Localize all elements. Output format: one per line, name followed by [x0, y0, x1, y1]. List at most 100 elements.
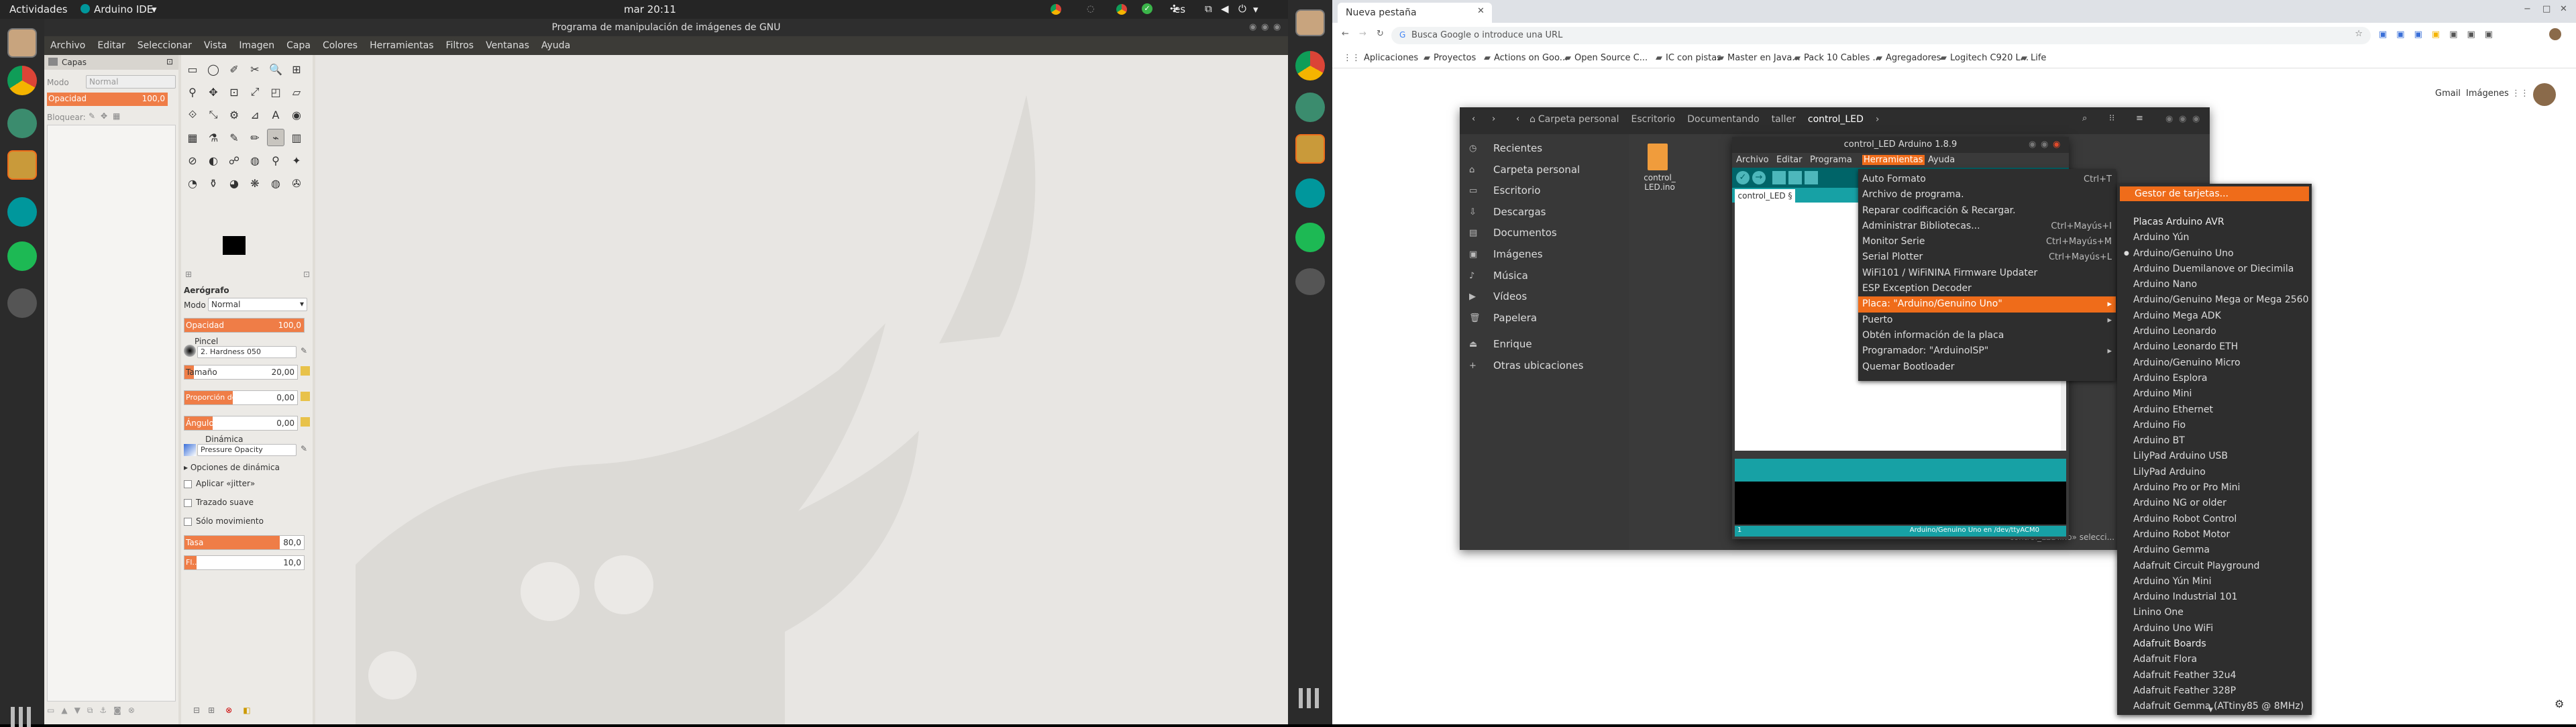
maximize-icon[interactable]: ◉	[2041, 139, 2048, 150]
tools-menu-item[interactable]: Programador: "ArduinoISP"▸	[1858, 343, 2116, 359]
board-item[interactable]: Arduino Duemilanove or Diecimila	[2117, 262, 2312, 277]
maximize-icon[interactable]: □	[2542, 4, 2551, 14]
board-item[interactable]: Arduino Leonardo ETH	[2117, 339, 2312, 355]
smudge-icon[interactable]: ◐	[205, 152, 222, 169]
heal-icon[interactable]: ◉	[288, 106, 305, 123]
sidebar-item[interactable]: ▤Documentos	[1460, 223, 1629, 244]
spotify-icon[interactable]	[1295, 223, 1325, 252]
new-layer-icon[interactable]: ▭	[47, 706, 54, 715]
paintbrush-icon[interactable]: ✏	[246, 129, 264, 146]
activities-button[interactable]: Actividades	[9, 3, 68, 15]
dynamics-icon[interactable]	[184, 444, 196, 456]
board-item[interactable]: ●Arduino/Genuino Uno	[2117, 246, 2312, 262]
ink-icon[interactable]: ▥	[288, 129, 305, 146]
opacity-slider[interactable]: Opacidad 100,0	[184, 318, 305, 333]
save-options-icon[interactable]: ⊟	[193, 706, 200, 715]
dock-menu-icon[interactable]: ⊡	[166, 57, 173, 66]
duplicate-icon[interactable]: ⧉	[87, 706, 93, 715]
new-icon[interactable]	[1772, 171, 1786, 184]
apps-grid-icon[interactable]: ⋮⋮	[2512, 89, 2529, 99]
breadcrumb-item[interactable]: control_LED	[1808, 114, 1864, 125]
tray-icon[interactable]: ◌	[1087, 4, 1094, 14]
sidebar-item[interactable]: ▶Vídeos	[1460, 286, 1629, 308]
bookmark-item[interactable]: ⋮⋮Aplicaciones	[1343, 53, 1418, 63]
extension-icon[interactable]: ▣	[2414, 30, 2422, 40]
bookmark-item[interactable]: ▰Life	[2021, 53, 2046, 63]
board-item[interactable]: Arduino Yún Mini	[2117, 574, 2312, 590]
motion-only-checkbox[interactable]: Sólo movimiento	[184, 516, 264, 526]
close-icon[interactable]: ◉	[2053, 139, 2060, 150]
anchor-icon[interactable]: ⚓	[99, 706, 107, 715]
cage-icon[interactable]: ⤡	[205, 106, 222, 123]
layers-list[interactable]	[47, 125, 176, 702]
edit-dynamics-icon[interactable]: ✎	[301, 444, 307, 453]
paint-mode-select[interactable]: Normal▾	[208, 298, 307, 311]
chrome-icon[interactable]	[7, 66, 37, 95]
board-item[interactable]: LilyPad Arduino	[2117, 465, 2312, 480]
menu-item[interactable]: Colores	[317, 36, 364, 55]
restore-options-icon[interactable]: ⊞	[208, 706, 215, 715]
transform-icon[interactable]: ◰	[267, 83, 284, 101]
menu-item[interactable]: Editar	[91, 36, 131, 55]
ino-file-icon[interactable]	[1648, 144, 1668, 170]
board-item[interactable]: Arduino/Genuino Micro	[2117, 355, 2312, 371]
layers-tab[interactable]: Capas	[62, 58, 87, 67]
show-apps-icon[interactable]	[1299, 688, 1319, 708]
back-icon[interactable]: ‹	[1472, 114, 1475, 124]
reset-icon[interactable]	[301, 417, 310, 427]
board-item[interactable]: Arduino Pro or Pro Mini	[2117, 480, 2312, 496]
settings-gear-icon[interactable]: ⚙	[2555, 697, 2564, 710]
brush-preview-icon[interactable]	[184, 345, 196, 357]
board-item[interactable]: Adafruit Circuit Playground	[2117, 559, 2312, 574]
sidebar-item[interactable]: ♪Música	[1460, 266, 1629, 287]
smooth-checkbox[interactable]: Trazado suave	[184, 498, 254, 507]
tools-menu-item[interactable]: Quemar Bootloader	[1858, 359, 2116, 375]
tools-menu-item[interactable]: Archivo de programa.	[1858, 187, 2116, 203]
menu-item[interactable]: Archivo	[44, 36, 91, 55]
size-slider[interactable]: Tamaño 20,00	[184, 365, 298, 380]
tools-menu-item[interactable]: Auto FormatoCtrl+T	[1858, 172, 2116, 187]
raise-icon[interactable]: ▲	[61, 706, 67, 715]
close-icon[interactable]: ✕	[2560, 4, 2567, 14]
board-item[interactable]: Arduino Yún	[2117, 230, 2312, 245]
tools-menu-item[interactable]: Placa: "Arduino/Genuino Uno"▸	[1858, 296, 2116, 312]
eraser-icon[interactable]: ⊘	[184, 152, 201, 169]
gimp-icon[interactable]	[1295, 134, 1325, 164]
warp-icon[interactable]: ⚙	[225, 106, 243, 123]
tool-options-icon[interactable]: ⊞	[185, 270, 192, 279]
reload-icon[interactable]: ↻	[1377, 29, 1384, 39]
bookmark-item[interactable]: ▰Master en Java...	[1717, 53, 1801, 63]
arduino-menu-item[interactable]: Archivo	[1735, 155, 1770, 165]
bookmark-item[interactable]: ▰Logitech C920 L...	[1940, 53, 2029, 63]
avatar[interactable]	[2549, 28, 2561, 40]
paths-icon[interactable]: ⊿	[246, 106, 264, 123]
rate-slider[interactable]: Tasa 80,0	[184, 535, 305, 550]
clock[interactable]: mar 20:11	[624, 3, 676, 15]
omnibox[interactable]: G Busca Google o introduce una URL ☆	[1391, 27, 2371, 44]
jitter-checkbox[interactable]: Aplicar «jitter»	[184, 479, 255, 488]
move-icon[interactable]: ✥	[205, 83, 222, 101]
verify-icon[interactable]: ✓	[1736, 171, 1750, 184]
airbrush-icon[interactable]: ⌁	[267, 129, 284, 146]
angle-slider[interactable]: Ángulo 0,00	[184, 416, 298, 431]
layer-mode-select[interactable]: Normal	[86, 75, 176, 89]
extension-icon[interactable]: ▣	[2379, 30, 2387, 40]
board-item[interactable]: Arduino Mini	[2117, 386, 2312, 402]
board-item[interactable]: Arduino Nano	[2117, 277, 2312, 292]
volume-icon[interactable]: ◀	[1221, 3, 1229, 15]
blur-icon[interactable]: ◔	[184, 174, 201, 192]
edit-brush-icon[interactable]: ✎	[301, 346, 307, 355]
board-item[interactable]: Arduino Fio	[2117, 418, 2312, 433]
scroll-down-icon[interactable]: ▼	[2208, 707, 2213, 714]
sidebar-item[interactable]: ⇩Descargas	[1460, 202, 1629, 223]
gegl-icon[interactable]: ✇	[288, 174, 305, 192]
board-item[interactable]: Arduino Ethernet	[2117, 402, 2312, 418]
chromium-icon[interactable]	[7, 109, 37, 138]
close-tab-icon[interactable]: ✕	[1477, 6, 1485, 16]
sidebar-item[interactable]: ◷Recientes	[1460, 138, 1629, 160]
crop-icon[interactable]: ⤢	[246, 83, 264, 101]
sidebar-item[interactable]: ▭Escritorio	[1460, 180, 1629, 202]
bookmark-item[interactable]: ▰IC con pistas	[1656, 53, 1721, 63]
tools-menu-item[interactable]: Puerto▸	[1858, 313, 2116, 328]
tools-menu-item[interactable]: Obtén información de la placa	[1858, 328, 2116, 343]
